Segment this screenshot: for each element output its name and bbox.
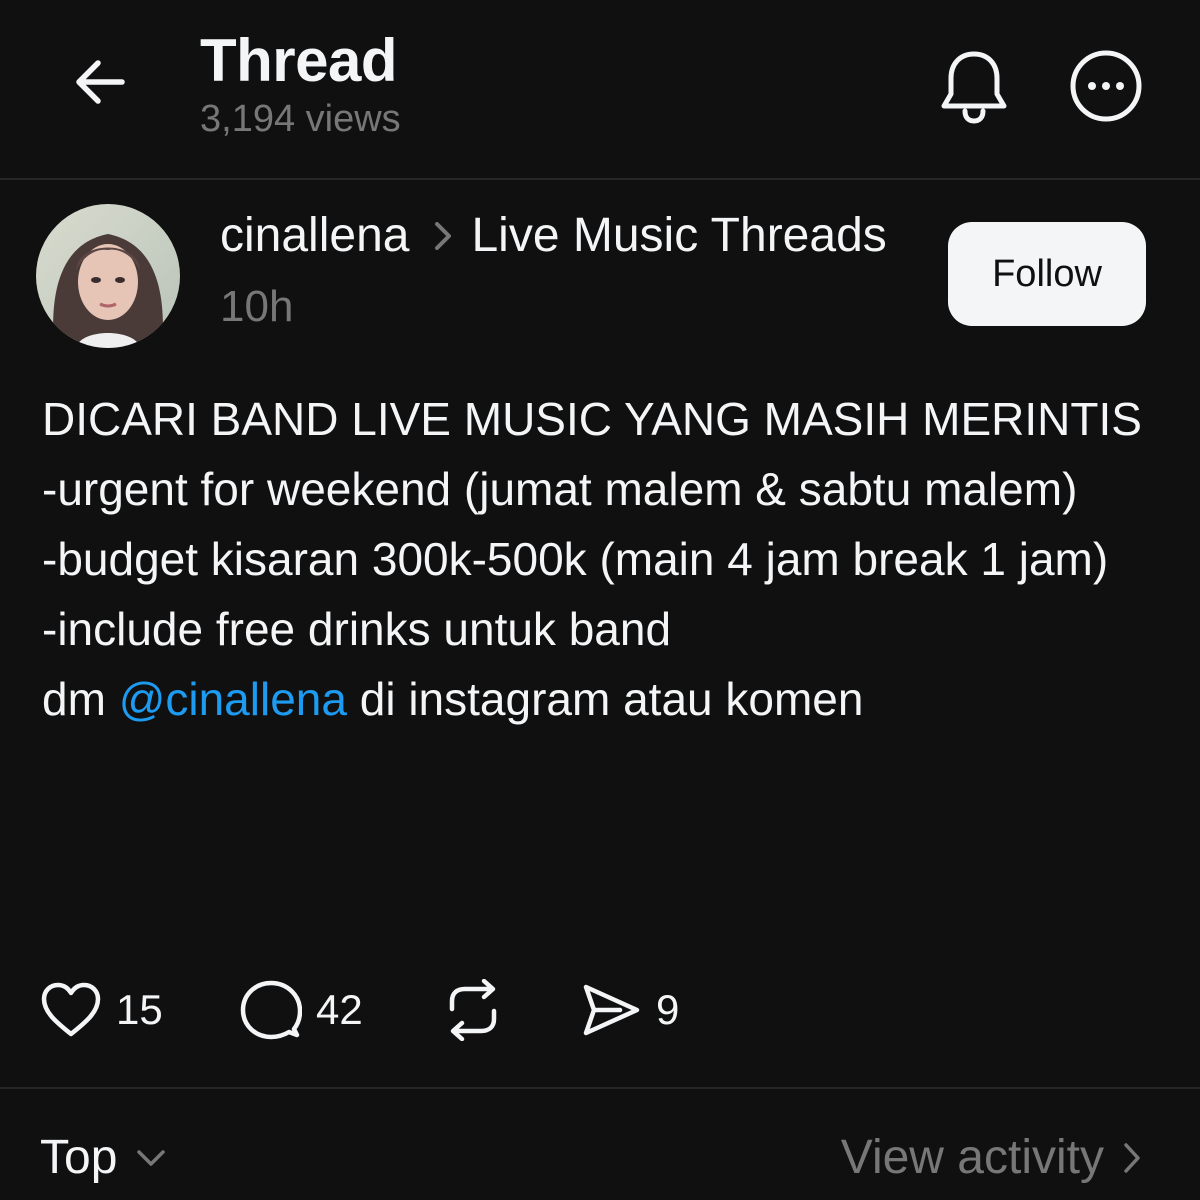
post-body: DICARI BAND LIVE MUSIC YANG MASIH MERINT… bbox=[42, 384, 1162, 734]
chevron-right-icon bbox=[1122, 1141, 1142, 1175]
share-button[interactable]: 9 bbox=[580, 970, 679, 1050]
post-text: di instagram atau komen bbox=[346, 673, 864, 725]
repost-icon bbox=[449, 979, 497, 1041]
more-options-button[interactable] bbox=[1062, 42, 1150, 130]
notifications-button[interactable] bbox=[930, 42, 1018, 130]
mention-link[interactable]: @cinallena bbox=[119, 673, 347, 725]
arrow-left-icon bbox=[76, 60, 125, 104]
more-horizontal-icon bbox=[1070, 50, 1142, 122]
heart-icon bbox=[41, 982, 101, 1037]
avatar[interactable] bbox=[36, 204, 180, 348]
bell-icon bbox=[941, 51, 1007, 124]
repost-button[interactable] bbox=[440, 970, 506, 1050]
reply-button[interactable]: 42 bbox=[240, 970, 363, 1050]
author-line: cinallena Live Music Threads bbox=[220, 208, 887, 263]
chevron-down-icon bbox=[135, 1148, 167, 1168]
post-line: dm @cinallena di instagram atau komen bbox=[42, 664, 1162, 734]
comment-icon bbox=[240, 980, 302, 1040]
back-button[interactable] bbox=[62, 44, 138, 120]
like-button[interactable]: 15 bbox=[40, 970, 163, 1050]
avatar-image bbox=[36, 204, 180, 348]
post-line: -budget kisaran 300k-500k (main 4 jam br… bbox=[42, 533, 1109, 585]
post-text: dm bbox=[42, 673, 119, 725]
page-title: Thread bbox=[200, 27, 398, 94]
views-count: 3,194 views bbox=[200, 98, 401, 140]
like-count: 15 bbox=[116, 986, 163, 1033]
share-count: 9 bbox=[656, 986, 680, 1033]
post-timestamp: 10h bbox=[220, 282, 294, 331]
reply-count: 42 bbox=[316, 986, 363, 1033]
chevron-right-icon bbox=[433, 220, 453, 252]
divider bbox=[0, 1087, 1200, 1089]
send-icon bbox=[583, 984, 640, 1036]
view-activity-label: View activity bbox=[840, 1131, 1104, 1184]
post-line: -include free drinks untuk band bbox=[42, 603, 672, 655]
post-line: -urgent for weekend (jumat malem & sabtu… bbox=[42, 463, 1078, 515]
post-actions: 15 42 9 bbox=[0, 970, 1200, 1050]
community-link[interactable]: Live Music Threads bbox=[471, 208, 886, 263]
thread-header: Thread 3,194 views bbox=[0, 0, 1200, 180]
sort-dropdown[interactable]: Top bbox=[40, 1130, 167, 1185]
follow-button[interactable]: Follow bbox=[948, 222, 1146, 326]
view-activity-link[interactable]: View activity bbox=[841, 1130, 1142, 1185]
sort-label: Top bbox=[40, 1131, 118, 1184]
post-line: DICARI BAND LIVE MUSIC YANG MASIH MERINT… bbox=[42, 393, 1142, 445]
author-username[interactable]: cinallena bbox=[220, 208, 409, 263]
